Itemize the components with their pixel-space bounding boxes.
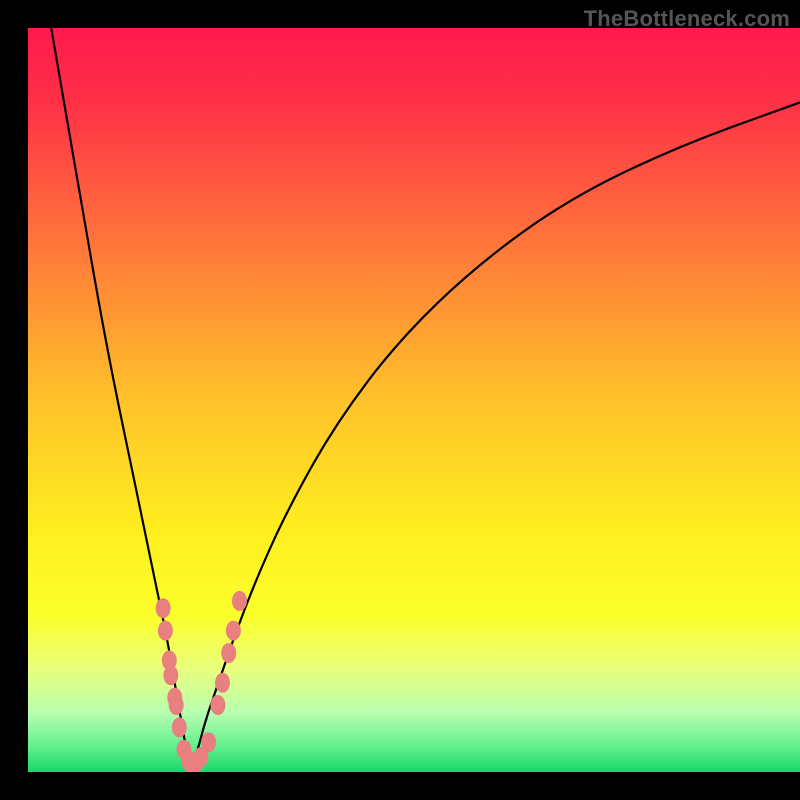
highlight-dot — [158, 621, 173, 641]
highlight-dot — [163, 665, 178, 685]
highlight-dot — [215, 673, 230, 693]
highlight-dot — [232, 591, 247, 611]
highlight-dot — [201, 732, 216, 752]
highlight-dot — [156, 598, 171, 618]
chart-frame: TheBottleneck.com — [0, 0, 800, 800]
watermark-text: TheBottleneck.com — [584, 6, 790, 32]
plot-area — [28, 28, 800, 772]
highlight-dot — [226, 621, 241, 641]
highlight-dot — [210, 695, 225, 715]
curve-layer — [28, 28, 800, 772]
highlighted-points — [156, 591, 247, 772]
highlight-dot — [221, 643, 236, 663]
highlight-dot — [169, 695, 184, 715]
highlight-dot — [172, 717, 187, 737]
